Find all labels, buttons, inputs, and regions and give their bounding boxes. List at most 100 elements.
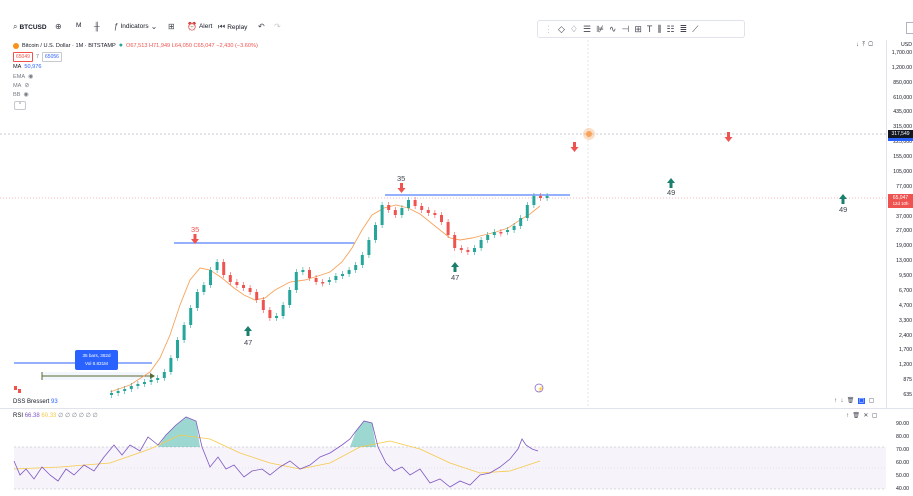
candle[interactable] — [426, 210, 430, 213]
projection-icon[interactable]: ⊣ — [621, 24, 629, 35]
candle[interactable] — [486, 235, 490, 240]
replay-button[interactable]: ⏮ Replay — [218, 22, 247, 32]
lines-icon[interactable]: ☰ — [583, 24, 591, 35]
compare-button[interactable]: ⊕ — [55, 22, 62, 31]
maximize-icon[interactable]: ▢ — [869, 398, 875, 404]
candle[interactable] — [209, 270, 212, 285]
sell-signal-arrow[interactable] — [724, 132, 733, 142]
candle[interactable] — [255, 292, 259, 300]
candle[interactable] — [169, 358, 173, 372]
candle[interactable] — [479, 240, 483, 248]
pane-menu-icon[interactable]: ▢ — [857, 398, 866, 404]
candle[interactable] — [525, 205, 529, 218]
candle[interactable] — [407, 200, 410, 208]
candle[interactable] — [14, 386, 17, 390]
alert-button[interactable]: ⏰ Alert — [187, 22, 212, 31]
brush-icon[interactable]: ⫼ — [657, 24, 661, 35]
candle[interactable] — [334, 276, 338, 280]
candle[interactable] — [321, 282, 325, 284]
rsi-pane[interactable]: RSI 66.38 60.33 ∅ ∅ ∅ ∅ ∅ ∅ ↑ 🗑 ✕ ▢ 90.0… — [0, 408, 913, 496]
candle[interactable] — [248, 288, 252, 292]
dss-legend[interactable]: DSS Bressert 93 — [13, 399, 58, 405]
candle[interactable] — [341, 274, 344, 276]
candle[interactable] — [459, 248, 463, 250]
main-chart[interactable]: ⚡ — [0, 40, 913, 408]
buy-signal-arrow[interactable] — [451, 262, 459, 272]
drag-handle-icon[interactable]: ⋮ — [544, 24, 553, 35]
candle[interactable] — [294, 272, 298, 290]
eraser-icon[interactable]: ◇ — [558, 24, 565, 35]
redo-button[interactable]: ↷ — [274, 22, 281, 31]
candle[interactable] — [301, 270, 305, 272]
candle[interactable] — [156, 378, 160, 380]
move-up-icon[interactable]: ↑ — [834, 398, 837, 404]
candle[interactable] — [18, 389, 21, 393]
candle[interactable] — [327, 280, 331, 282]
candle[interactable] — [222, 262, 226, 275]
candle[interactable] — [176, 340, 179, 358]
candle[interactable] — [235, 282, 239, 285]
candle[interactable] — [532, 196, 536, 205]
candle[interactable] — [129, 386, 133, 389]
measure-icon[interactable]: ⊞ — [634, 24, 642, 35]
fib-icon[interactable]: ⊯ — [596, 24, 604, 35]
trash-icon[interactable]: 🗑 — [847, 398, 855, 404]
side-panel-edge[interactable] — [906, 22, 913, 34]
symbol-search[interactable]: ⌕ BTCUSD — [13, 22, 47, 32]
candle[interactable] — [433, 213, 437, 215]
candle[interactable] — [110, 393, 113, 395]
indicators-button[interactable]: ƒ Indicators ⌄ — [114, 22, 157, 31]
candle[interactable] — [360, 255, 364, 265]
candle[interactable] — [519, 218, 523, 226]
layout-button[interactable]: ⊞ — [168, 22, 175, 31]
candle[interactable] — [149, 380, 153, 382]
undo-button[interactable]: ↶ — [258, 22, 265, 31]
candle[interactable] — [400, 208, 404, 215]
candle[interactable] — [499, 232, 503, 234]
buy-signal-arrow[interactable] — [667, 178, 675, 188]
candle[interactable] — [354, 265, 358, 270]
candle[interactable] — [347, 270, 351, 274]
candles-group[interactable] — [110, 193, 549, 398]
rsi-chart[interactable] — [0, 409, 886, 496]
candle[interactable] — [202, 285, 206, 292]
candle[interactable] — [453, 235, 457, 248]
buy-signal-arrow[interactable] — [244, 326, 252, 336]
pen-icon[interactable]: ⟋ — [692, 24, 698, 35]
candle[interactable] — [413, 200, 417, 206]
buy-signal-arrow[interactable] — [839, 194, 847, 204]
candle[interactable] — [143, 382, 146, 384]
price-axis[interactable]: USD 1,700.00 1,200.00 850,000 610,000 435,00… — [886, 40, 913, 408]
candle[interactable] — [387, 205, 391, 210]
candle[interactable] — [182, 325, 186, 340]
pattern-icon[interactable]: ∿ — [609, 24, 617, 35]
chart-type-button[interactable]: ╫ — [94, 22, 100, 31]
candle[interactable] — [420, 206, 424, 210]
notes-icon[interactable]: ☷ — [667, 24, 675, 35]
candle[interactable] — [393, 210, 397, 215]
sell-signal-arrow[interactable] — [397, 183, 406, 193]
candle[interactable] — [446, 222, 450, 235]
candle[interactable] — [116, 391, 120, 393]
interval-button[interactable]: M — [76, 22, 81, 29]
settings-lines-icon[interactable]: ≣ — [680, 24, 688, 35]
candle[interactable] — [473, 248, 476, 252]
candle[interactable] — [466, 250, 470, 252]
candle[interactable] — [242, 285, 245, 288]
text-icon[interactable]: T — [647, 24, 653, 34]
candle[interactable] — [492, 232, 496, 235]
candle[interactable] — [367, 240, 371, 255]
candle[interactable] — [281, 305, 285, 316]
candle[interactable] — [215, 262, 219, 270]
candle[interactable] — [380, 205, 384, 225]
candle[interactable] — [268, 310, 272, 318]
candle[interactable] — [136, 384, 140, 386]
candle[interactable] — [545, 196, 549, 198]
candle[interactable] — [288, 290, 292, 305]
candle[interactable] — [512, 226, 516, 230]
candle[interactable] — [440, 215, 443, 222]
candle[interactable] — [228, 275, 232, 282]
candle[interactable] — [275, 316, 278, 318]
template-icon[interactable]: ♢ — [570, 24, 578, 35]
candle[interactable] — [261, 300, 265, 310]
